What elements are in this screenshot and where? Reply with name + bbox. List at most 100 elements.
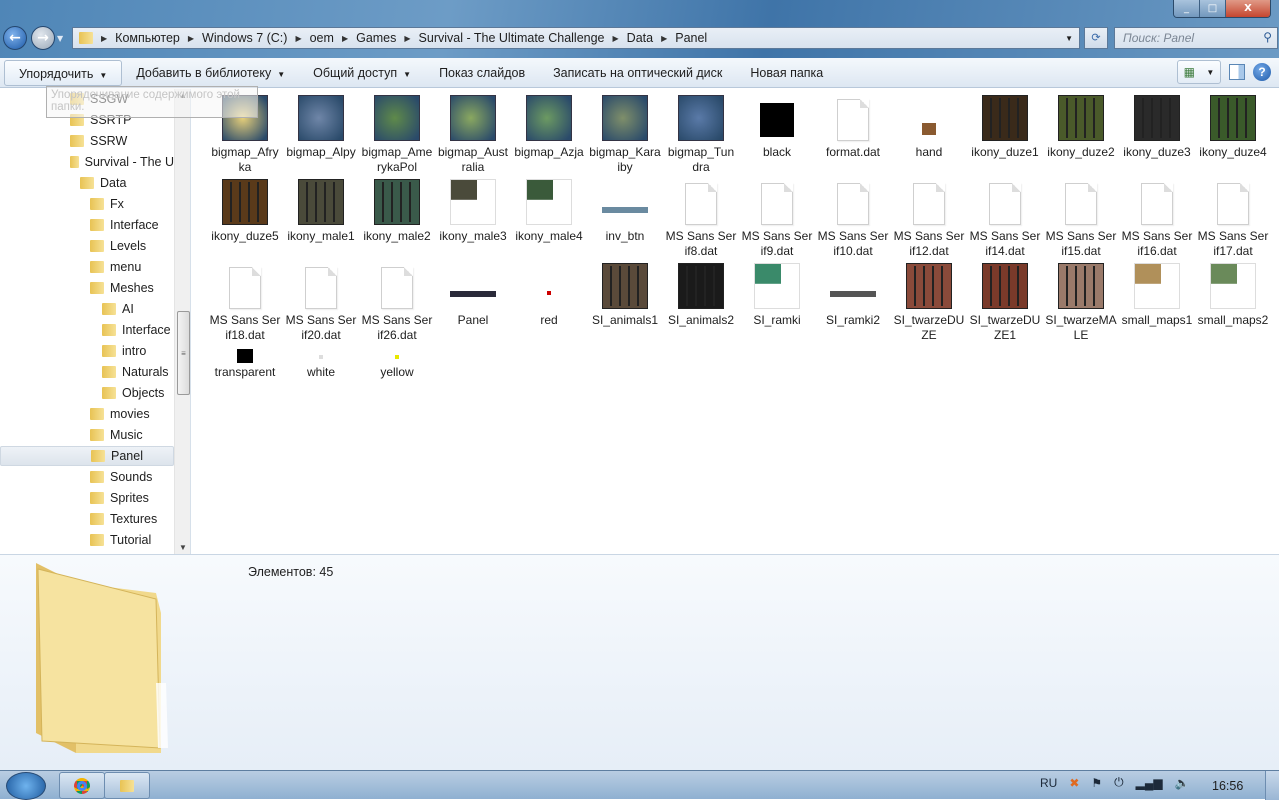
tree-item[interactable]: Objects <box>0 383 174 403</box>
file-item[interactable]: small_maps1 <box>1119 261 1195 328</box>
tree-item[interactable]: Sounds <box>0 467 174 487</box>
language-indicator[interactable]: RU <box>1040 776 1057 790</box>
chevron-right-icon[interactable]: ▶ <box>101 34 107 43</box>
breadcrumb-item[interactable]: Games <box>356 31 396 45</box>
file-item[interactable]: MS Sans Serif15.dat <box>1043 177 1119 259</box>
preview-pane-icon[interactable] <box>1229 64 1245 80</box>
file-item[interactable]: bigmap_Karaiby <box>587 93 663 175</box>
help-icon[interactable]: ? <box>1253 63 1271 81</box>
file-item[interactable]: SI_ramki2 <box>815 261 891 328</box>
file-item[interactable]: bigmap_AmerykaPol <box>359 93 435 175</box>
chevron-right-icon[interactable]: ▶ <box>661 34 667 43</box>
tree-item[interactable]: Tutorial <box>0 530 174 550</box>
file-item[interactable]: Panel <box>435 261 511 328</box>
file-item[interactable]: SI_animals1 <box>587 261 663 328</box>
forward-button[interactable]: → <box>31 26 55 50</box>
maximize-button[interactable]: □ <box>1200 0 1226 17</box>
close-button[interactable]: X <box>1226 0 1270 17</box>
file-item[interactable]: yellow <box>359 345 435 380</box>
file-item[interactable]: SI_twarzeDUZE1 <box>967 261 1043 343</box>
chevron-right-icon[interactable]: ▶ <box>342 34 348 43</box>
chevron-right-icon[interactable]: ▶ <box>613 34 619 43</box>
volume-icon[interactable]: 🔈 <box>1175 776 1190 790</box>
file-item[interactable]: MS Sans Serif20.dat <box>283 261 359 343</box>
chevron-right-icon[interactable]: ▶ <box>188 34 194 43</box>
file-item[interactable]: MS Sans Serif10.dat <box>815 177 891 259</box>
file-item[interactable]: MS Sans Serif26.dat <box>359 261 435 343</box>
file-item[interactable]: MS Sans Serif8.dat <box>663 177 739 259</box>
tree-item[interactable]: menu <box>0 257 174 277</box>
share-button[interactable]: Общий доступ ▼ <box>299 60 425 86</box>
file-item[interactable]: SI_twarzeMALE <box>1043 261 1119 343</box>
file-item[interactable]: SI_ramki <box>739 261 815 328</box>
tree-item[interactable]: Data <box>0 173 174 193</box>
file-item[interactable]: SI_animals2 <box>663 261 739 328</box>
action-center-flag-icon[interactable]: ⚑ <box>1091 776 1102 790</box>
organize-button[interactable]: Упорядочить ▼ <box>4 59 123 86</box>
tree-item[interactable]: Levels <box>0 236 174 256</box>
tree-item[interactable]: intro <box>0 341 174 361</box>
tree-item[interactable]: AI <box>0 299 174 319</box>
file-item[interactable]: ikony_duze4 <box>1195 93 1271 160</box>
tree-item[interactable]: Interface <box>0 215 174 235</box>
file-item[interactable]: MS Sans Serif9.dat <box>739 177 815 259</box>
address-bar[interactable]: ▶ Компьютер ▶ Windows 7 (C:) ▶ oem ▶ Games ▶ Sur… <box>72 27 1080 49</box>
file-item[interactable]: hand <box>891 93 967 160</box>
start-button[interactable] <box>6 772 46 800</box>
tree-item[interactable]: Survival - The U <box>0 152 174 172</box>
new-folder-button[interactable]: Новая папка <box>736 60 837 86</box>
file-item[interactable]: red <box>511 261 587 328</box>
tree-item[interactable]: Interface <box>0 320 174 340</box>
address-dropdown[interactable]: ▼ <box>1065 34 1073 43</box>
file-item[interactable]: ikony_male1 <box>283 177 359 244</box>
file-item[interactable]: MS Sans Serif16.dat <box>1119 177 1195 259</box>
recent-pages-dropdown[interactable]: ▼ <box>57 34 63 43</box>
tree-item[interactable]: Naturals <box>0 362 174 382</box>
power-icon[interactable]: ⏻ <box>1114 775 1124 790</box>
file-item[interactable]: ikony_duze1 <box>967 93 1043 160</box>
file-item[interactable]: black <box>739 93 815 160</box>
tree-item[interactable]: Textures <box>0 509 174 529</box>
file-item[interactable]: ikony_male3 <box>435 177 511 244</box>
search-icon[interactable]: ⚲ <box>1263 30 1272 44</box>
file-item[interactable]: bigmap_Alpy <box>283 93 359 160</box>
tree-item[interactable]: movies <box>0 404 174 424</box>
scrollbar[interactable]: ▲ ≡ ▼ <box>174 89 190 554</box>
chevron-right-icon[interactable]: ▶ <box>295 34 301 43</box>
breadcrumb-item[interactable]: Data <box>627 31 653 45</box>
file-item[interactable]: MS Sans Serif18.dat <box>207 261 283 343</box>
antivirus-icon[interactable]: ✖ <box>1069 776 1079 790</box>
file-item[interactable]: format.dat <box>815 93 891 160</box>
file-item[interactable]: SI_twarzeDUZE <box>891 261 967 343</box>
file-item[interactable]: MS Sans Serif14.dat <box>967 177 1043 259</box>
slideshow-button[interactable]: Показ слайдов <box>425 60 539 86</box>
file-item[interactable]: ikony_male2 <box>359 177 435 244</box>
breadcrumb-item[interactable]: Windows 7 (C:) <box>202 31 287 45</box>
file-item[interactable]: ikony_duze3 <box>1119 93 1195 160</box>
show-desktop-button[interactable] <box>1265 771 1279 800</box>
file-item[interactable]: inv_btn <box>587 177 663 244</box>
file-item[interactable]: MS Sans Serif12.dat <box>891 177 967 259</box>
taskbar-chrome[interactable] <box>59 772 105 799</box>
tree-item[interactable]: Music <box>0 425 174 445</box>
tree-item[interactable]: Panel <box>0 446 174 466</box>
file-item[interactable]: small_maps2 <box>1195 261 1271 328</box>
tree-item[interactable]: SSRW <box>0 131 174 151</box>
file-item[interactable]: transparent <box>207 345 283 380</box>
refresh-button[interactable]: ⟳ <box>1084 27 1108 49</box>
file-item[interactable]: bigmap_Australia <box>435 93 511 175</box>
tree-item[interactable]: Sprites <box>0 488 174 508</box>
file-item[interactable]: ikony_male4 <box>511 177 587 244</box>
file-item[interactable]: ikony_duze5 <box>207 177 283 244</box>
file-item[interactable]: bigmap_Tundra <box>663 93 739 175</box>
scroll-down-icon[interactable]: ▼ <box>175 543 190 552</box>
change-view-button[interactable]: ▦ ▼ <box>1177 60 1221 84</box>
breadcrumb-item[interactable]: Компьютер <box>115 31 180 45</box>
file-item[interactable]: MS Sans Serif17.dat <box>1195 177 1271 259</box>
file-item[interactable]: ikony_duze2 <box>1043 93 1119 160</box>
clock[interactable]: 16:56 <box>1212 779 1243 793</box>
add-to-library-button[interactable]: Добавить в библиотеку ▼ <box>122 60 299 86</box>
chevron-right-icon[interactable]: ▶ <box>404 34 410 43</box>
burn-button[interactable]: Записать на оптический диск <box>539 60 736 86</box>
network-signal-icon[interactable]: ▂▄▆ <box>1136 776 1163 790</box>
